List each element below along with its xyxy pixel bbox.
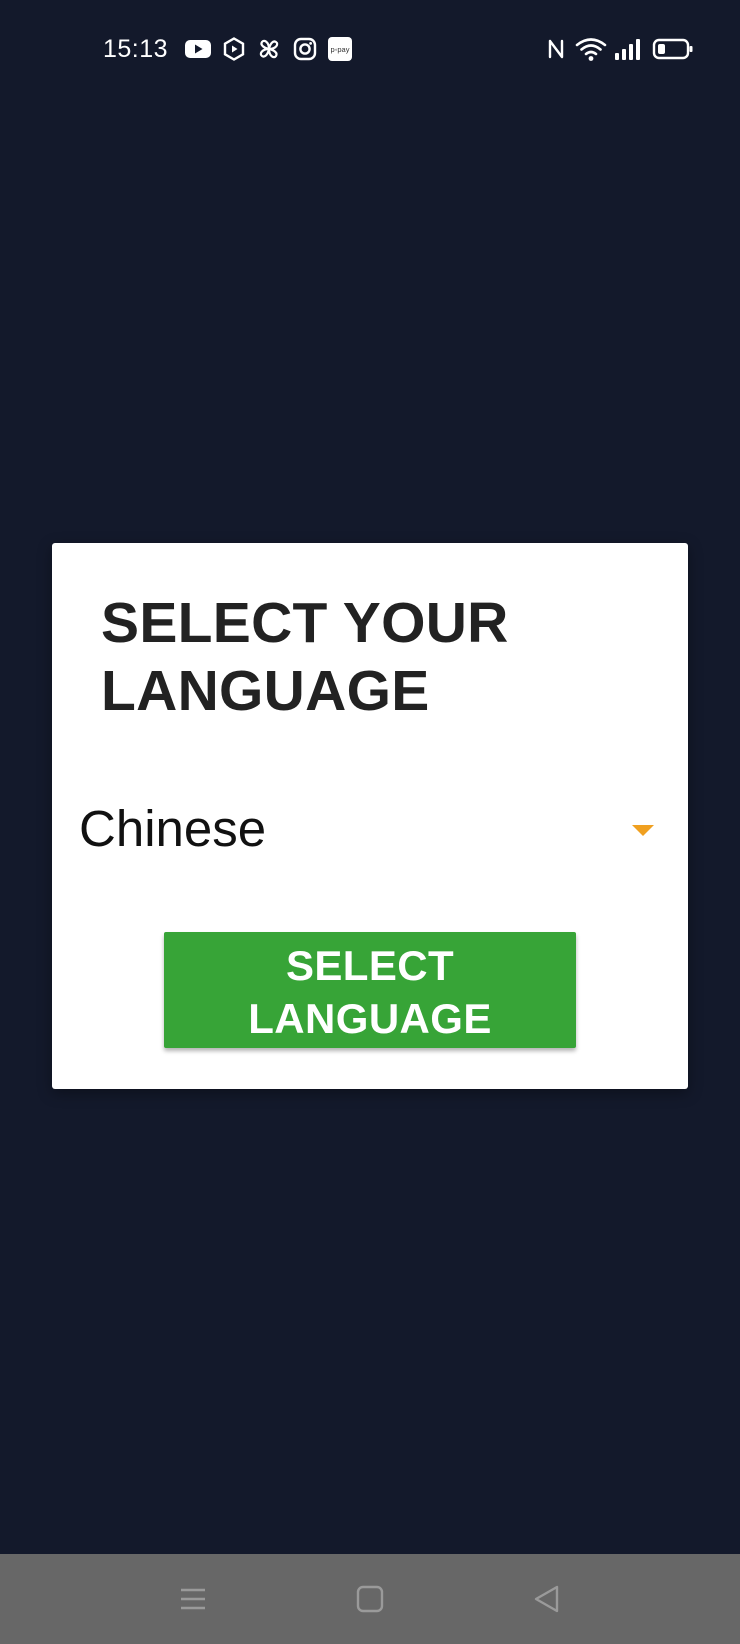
dialog-title: SELECT YOUR LANGUAGE <box>101 589 641 725</box>
pinwheel-icon <box>256 36 282 62</box>
dropdown-arrow-icon <box>632 825 654 836</box>
select-button-line-1: SELECT <box>285 942 455 989</box>
language-dropdown[interactable]: Chinese <box>79 793 665 869</box>
status-time: 15:13 <box>103 35 169 63</box>
selected-language: Chinese <box>79 800 267 857</box>
paypay-label: p◦pay <box>331 45 350 54</box>
menu-icon <box>181 1588 205 1610</box>
navigation-bar <box>0 1554 740 1644</box>
instagram-icon <box>292 36 318 62</box>
status-bar: 15:13 p◦pay <box>0 0 740 98</box>
dialog-title-line-1: SELECT YOUR <box>101 591 509 655</box>
dialog-title-line-2: LANGUAGE <box>101 659 430 723</box>
back-button[interactable] <box>527 1579 567 1619</box>
select-language-button[interactable]: SELECT LANGUAGE <box>164 932 576 1048</box>
wifi-icon <box>575 36 607 62</box>
hexagon-play-icon <box>222 36 246 62</box>
home-button[interactable] <box>350 1579 390 1619</box>
paypay-icon: p◦pay <box>327 36 353 62</box>
battery-icon <box>652 36 694 62</box>
home-icon <box>356 1585 384 1613</box>
language-dialog: SELECT YOUR LANGUAGE Chinese SELECT LANG… <box>52 543 688 1089</box>
menu-button[interactable] <box>173 1579 213 1619</box>
signal-icon <box>613 36 643 62</box>
youtube-icon <box>184 36 212 62</box>
select-button-line-2: LANGUAGE <box>248 995 492 1042</box>
back-icon <box>534 1585 559 1613</box>
nfc-icon <box>545 36 567 62</box>
